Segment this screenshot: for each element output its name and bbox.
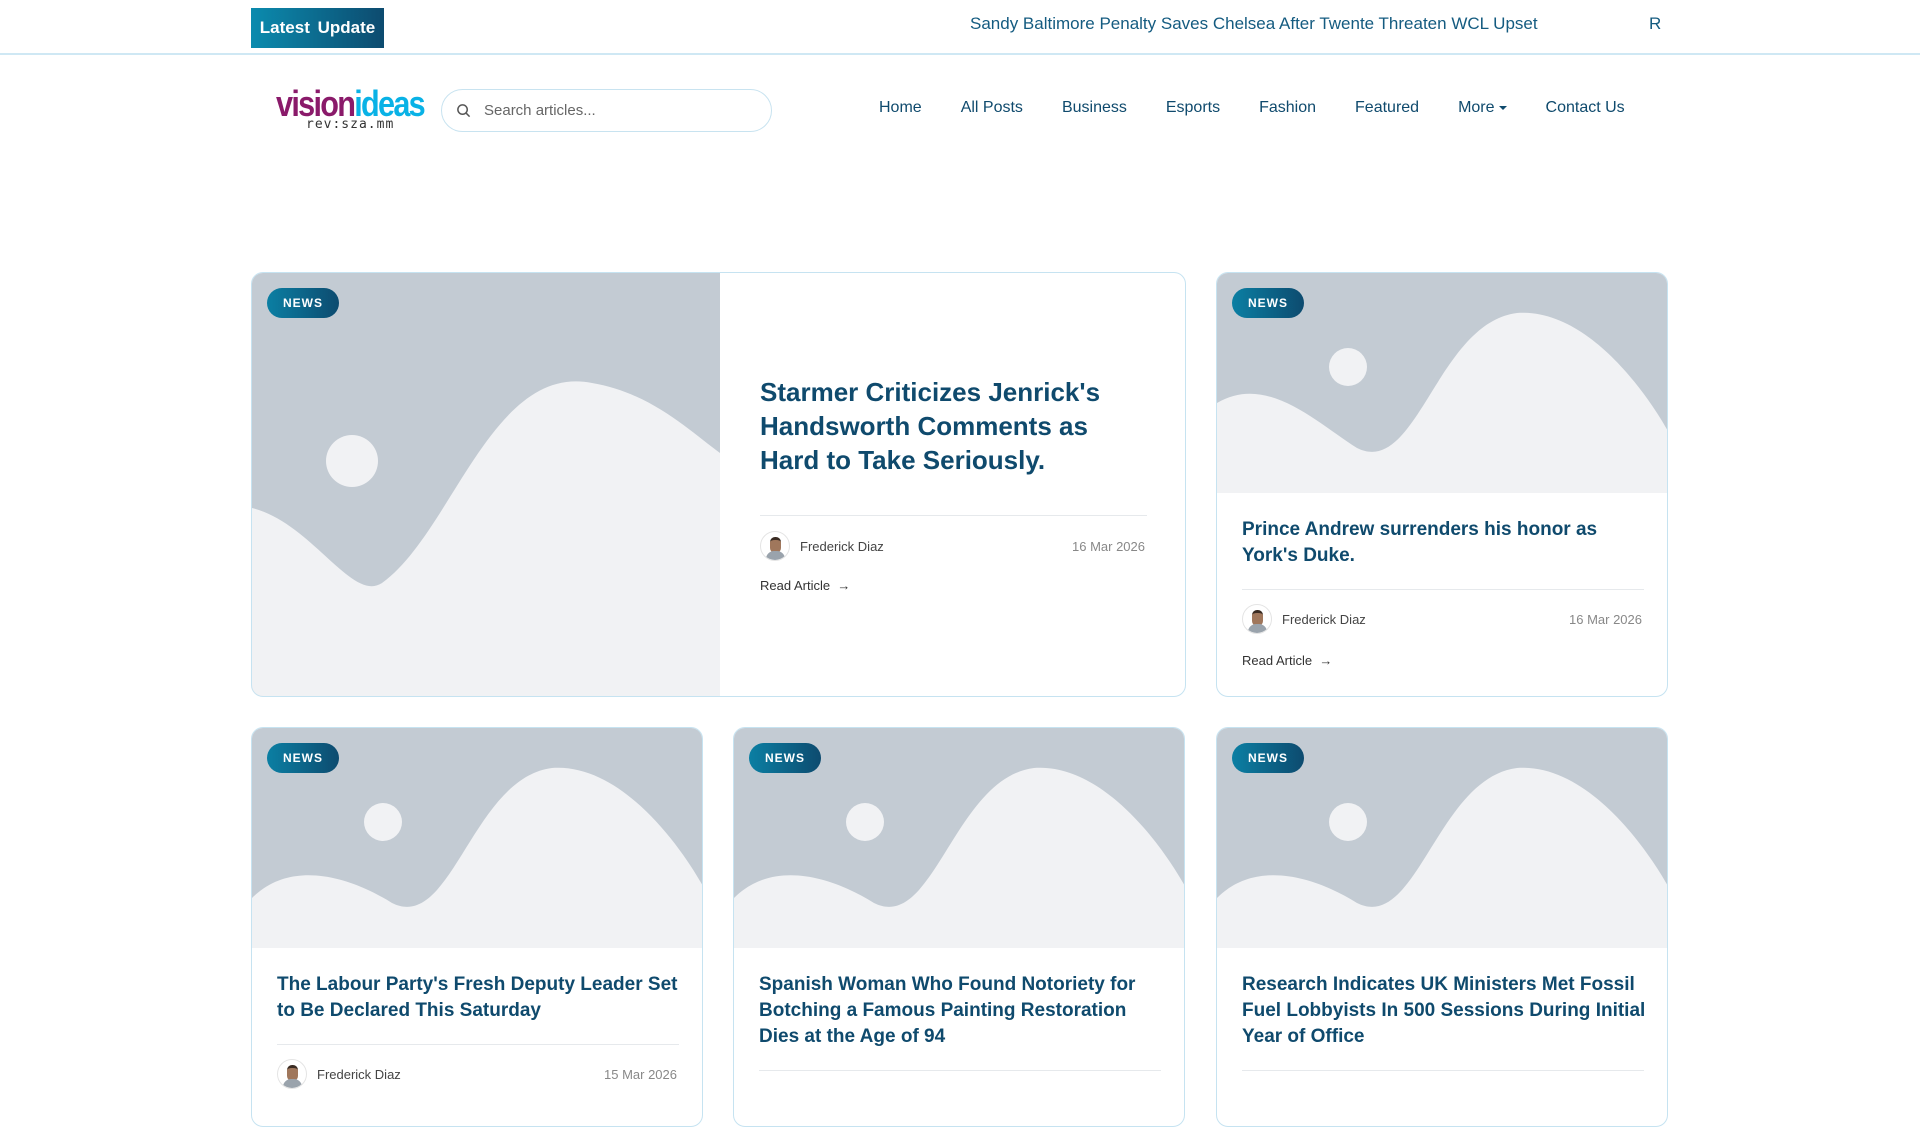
nav-featured[interactable]: Featured	[1355, 99, 1419, 117]
author-name: Frederick Diaz	[317, 1066, 401, 1082]
read-article-link[interactable]: Read Article →	[1242, 653, 1332, 668]
arrow-right-icon: →	[837, 578, 851, 593]
divider	[759, 1070, 1161, 1071]
ticker-next-headline[interactable]: R	[1649, 14, 1661, 34]
article-card[interactable]: NEWS The Labour Party's Fresh Deputy Lea…	[251, 727, 703, 1127]
nav-business[interactable]: Business	[1062, 99, 1127, 117]
article-card[interactable]: NEWS Prince Andrew surrenders his honor …	[1216, 272, 1668, 697]
main-nav: Home All Posts Business Esports Fashion …	[879, 99, 1625, 117]
article-date: 16 Mar 2026	[1569, 612, 1642, 627]
category-badge[interactable]: NEWS	[1232, 743, 1304, 773]
article-date: 16 Mar 2026	[1072, 539, 1145, 554]
image-placeholder: NEWS	[734, 728, 1184, 948]
nav-contact-us[interactable]: Contact Us	[1546, 99, 1625, 117]
article-title[interactable]: Research Indicates UK Ministers Met Foss…	[1242, 972, 1647, 1050]
arrow-right-icon: →	[1319, 653, 1333, 668]
search-box[interactable]	[441, 89, 772, 132]
image-placeholder: NEWS	[252, 273, 720, 696]
avatar	[1242, 604, 1272, 634]
nav-more-dropdown[interactable]: More	[1458, 99, 1507, 117]
category-badge[interactable]: NEWS	[749, 743, 821, 773]
featured-article-card[interactable]: NEWS Starmer Criticizes Jenrick's Handsw…	[251, 272, 1186, 697]
article-card[interactable]: NEWS Spanish Woman Who Found Notoriety f…	[733, 727, 1185, 1127]
divider	[760, 515, 1147, 516]
nav-all-posts[interactable]: All Posts	[961, 99, 1023, 117]
category-badge[interactable]: NEWS	[267, 288, 339, 318]
ticker-headline[interactable]: Sandy Baltimore Penalty Saves Chelsea Af…	[970, 14, 1538, 34]
read-article-link[interactable]: Read Article →	[760, 578, 850, 593]
image-placeholder: NEWS	[252, 728, 702, 948]
read-article-label: Read Article	[760, 578, 831, 593]
article-title[interactable]: Spanish Woman Who Found Notoriety for Bo…	[759, 972, 1164, 1050]
avatar	[277, 1059, 307, 1089]
avatar	[760, 531, 790, 561]
article-title[interactable]: Starmer Criticizes Jenrick's Handsworth …	[760, 375, 1140, 477]
category-badge[interactable]: NEWS	[1232, 288, 1304, 318]
top-ticker-bar: Latest Update Sandy Baltimore Penalty Sa…	[0, 0, 1920, 55]
article-title[interactable]: Prince Andrew surrenders his honor as Yo…	[1242, 517, 1642, 569]
search-input[interactable]	[484, 90, 754, 131]
caret-down-icon	[1498, 105, 1507, 110]
category-badge[interactable]: NEWS	[267, 743, 339, 773]
nav-esports[interactable]: Esports	[1166, 99, 1220, 117]
nav-fashion[interactable]: Fashion	[1259, 99, 1316, 117]
article-card[interactable]: NEWS Research Indicates UK Ministers Met…	[1216, 727, 1668, 1127]
author-name: Frederick Diaz	[1282, 611, 1366, 627]
nav-home[interactable]: Home	[879, 99, 922, 117]
search-icon	[457, 104, 471, 118]
article-title[interactable]: The Labour Party's Fresh Deputy Leader S…	[277, 972, 682, 1024]
author-name: Frederick Diaz	[800, 538, 884, 554]
divider	[1242, 1070, 1644, 1071]
image-placeholder: NEWS	[1217, 273, 1667, 493]
read-article-label: Read Article	[1242, 653, 1313, 668]
image-placeholder: NEWS	[1217, 728, 1667, 948]
site-logo[interactable]: visionideas rev:sza.mm	[276, 86, 426, 133]
author-info: Frederick Diaz	[760, 531, 884, 561]
logo-subtitle: rev:sza.mm	[306, 117, 395, 132]
author-info: Frederick Diaz	[277, 1059, 401, 1089]
divider	[277, 1044, 679, 1045]
nav-more-label: More	[1458, 99, 1495, 116]
author-info: Frederick Diaz	[1242, 604, 1366, 634]
divider	[1242, 589, 1644, 590]
latest-update-label: Latest Update	[251, 8, 384, 48]
